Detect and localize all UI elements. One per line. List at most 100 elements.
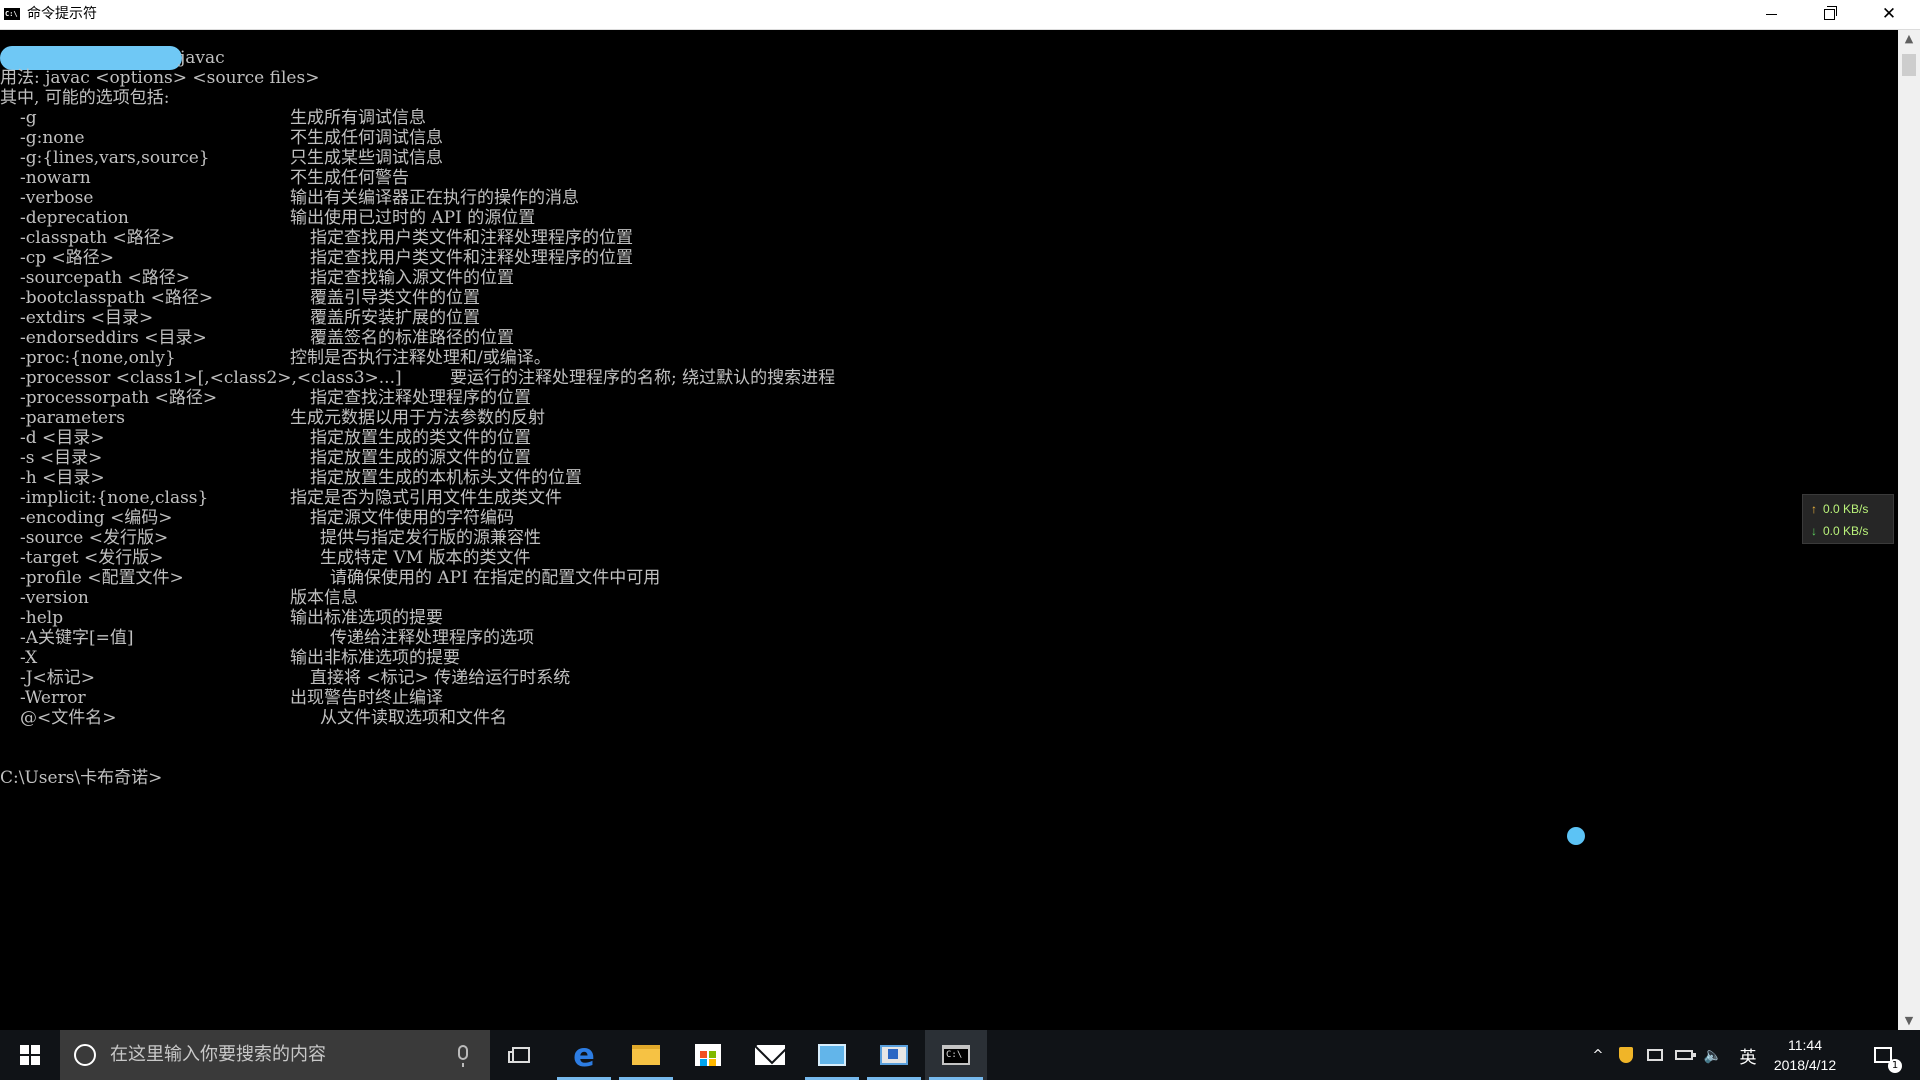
option-flag: -endorseddirs <目录> [20, 328, 207, 348]
monitor-icon [880, 1045, 908, 1065]
task-view-icon [508, 1047, 530, 1063]
option-description: 输出标准选项的提要 [290, 608, 443, 628]
option-description: 指定放置生成的本机标头文件的位置 [310, 468, 582, 488]
option-flag: -d <目录> [20, 428, 105, 448]
option-flag: -encoding <编码> [20, 508, 173, 528]
taskbar-store-button[interactable] [677, 1030, 739, 1080]
speaker-volume-icon[interactable]: 🔈 [1699, 1030, 1727, 1080]
scroll-up-arrow-icon[interactable]: ▲ [1898, 30, 1920, 48]
option-description: 控制是否执行注释处理和/或编译。 [290, 348, 551, 368]
upload-arrow-icon: ↑ [1811, 502, 1817, 516]
console-output[interactable]: javac 用法: javac <options> <source files>… [0, 30, 1898, 1030]
options-header-line: 其中, 可能的选项包括: [0, 88, 170, 108]
option-flag: -extdirs <目录> [20, 308, 154, 328]
taskbar-edge-button[interactable]: e [553, 1030, 615, 1080]
taskbar-command-prompt-button[interactable]: C:\ [925, 1030, 987, 1080]
microphone-icon[interactable] [458, 1045, 468, 1067]
restore-button[interactable] [1800, 0, 1858, 29]
upload-speed: 0.0 KB/s [1823, 502, 1869, 516]
option-description: 指定查找注释处理程序的位置 [310, 388, 531, 408]
search-placeholder: 在这里输入你要搜索的内容 [110, 1044, 326, 1065]
scroll-thumb[interactable] [1902, 54, 1916, 76]
option-flag: -g [20, 108, 37, 128]
option-flag: -g:{lines,vars,source} [20, 148, 210, 168]
option-flag: -deprecation [20, 208, 129, 228]
redacted-path-mask [0, 46, 182, 70]
scroll-down-arrow-icon[interactable]: ▼ [1898, 1012, 1920, 1030]
option-description: 覆盖引导类文件的位置 [310, 288, 480, 308]
option-flag: -g:none [20, 128, 85, 148]
folder-icon [632, 1045, 660, 1065]
usage-line: 用法: javac <options> <source files> [0, 68, 320, 88]
taskbar: 在这里输入你要搜索的内容 e C:\ ^ 🔈 英 11:44 2018/4/12… [0, 1030, 1920, 1080]
download-arrow-icon: ↓ [1811, 524, 1817, 538]
option-description: 生成元数据以用于方法参数的反射 [290, 408, 545, 428]
option-description: 生成特定 VM 版本的类文件 [320, 548, 531, 568]
option-description: 输出非标准选项的提要 [290, 648, 460, 668]
taskbar-remote-desktop-button[interactable] [863, 1030, 925, 1080]
system-clock[interactable]: 11:44 2018/4/12 [1765, 1030, 1845, 1080]
taskbar-search-box[interactable]: 在这里输入你要搜索的内容 [60, 1030, 490, 1080]
close-button[interactable]: ✕ [1858, 0, 1920, 29]
input-method-indicator[interactable]: 英 [1733, 1030, 1763, 1080]
option-description: 传递给注释处理程序的选项 [330, 628, 534, 648]
minimize-button[interactable] [1742, 0, 1800, 29]
vertical-scrollbar[interactable]: ▲ ▼ [1898, 30, 1920, 1030]
option-flag: -processorpath <路径> [20, 388, 218, 408]
close-icon: ✕ [1881, 4, 1897, 24]
command-prompt[interactable]: C:\Users\卡布奇诺> [0, 768, 162, 788]
option-flag: -X [20, 648, 38, 668]
option-flag: -profile <配置文件> [20, 568, 184, 588]
option-description: 生成所有调试信息 [290, 108, 426, 128]
option-flag: -s <目录> [20, 448, 103, 468]
option-flag: -verbose [20, 188, 94, 208]
option-description: 不生成任何警告 [290, 168, 409, 188]
network-tray-button[interactable] [1641, 1030, 1669, 1080]
show-hidden-icons-chevron-icon[interactable]: ^ [1585, 1030, 1611, 1080]
option-description: 出现警告时终止编译 [290, 688, 443, 708]
option-flag: -version [20, 588, 89, 608]
option-flag: -bootclasspath <路径> [20, 288, 214, 308]
option-flag: -Werror [20, 688, 86, 708]
shield-icon [1619, 1047, 1633, 1063]
option-description: 指定查找用户类文件和注释处理程序的位置 [310, 228, 633, 248]
cmd-app-icon: C:\ [4, 8, 20, 20]
console-command-line: javac [180, 48, 225, 68]
option-description: 输出有关编译器正在执行的操作的消息 [290, 188, 579, 208]
command-prompt-icon: C:\ [942, 1045, 970, 1065]
windows-logo-icon [20, 1045, 40, 1065]
upload-speed-row: ↑ 0.0 KB/s [1811, 500, 1868, 518]
option-description: 只生成某些调试信息 [290, 148, 443, 168]
cortana-circle-icon [74, 1044, 96, 1066]
option-description: 指定放置生成的类文件的位置 [310, 428, 531, 448]
option-description: 版本信息 [290, 588, 358, 608]
start-button[interactable] [0, 1030, 60, 1080]
touch-cursor-indicator [1567, 827, 1585, 845]
option-flag: -help [20, 608, 64, 628]
notification-icon: 1 [1874, 1047, 1902, 1073]
battery-icon [1675, 1050, 1696, 1060]
taskbar-file-explorer-button[interactable] [615, 1030, 677, 1080]
option-description: 指定是否为隐式引用文件生成类文件 [290, 488, 562, 508]
security-shield-tray-button[interactable] [1613, 1030, 1639, 1080]
store-bag-icon [695, 1044, 721, 1066]
option-description: 直接将 <标记> 传递给运行时系统 [310, 668, 571, 688]
option-description: 不生成任何调试信息 [290, 128, 443, 148]
taskbar-mail-button[interactable] [739, 1030, 801, 1080]
battery-tray-button[interactable] [1670, 1030, 1698, 1080]
clock-date: 2018/4/12 [1773, 1057, 1837, 1073]
option-flag: -implicit:{none,class} [20, 488, 209, 508]
option-flag: -cp <路径> [20, 248, 115, 268]
option-description: 指定源文件使用的字符编码 [310, 508, 514, 528]
taskbar-contacts-button[interactable] [801, 1030, 863, 1080]
option-description: 覆盖所安装扩展的位置 [310, 308, 480, 328]
edge-browser-icon: e [573, 1036, 595, 1074]
task-view-button[interactable] [490, 1030, 552, 1080]
action-center-button[interactable]: 1 [1860, 1030, 1906, 1080]
option-description: 从文件读取选项和文件名 [320, 708, 507, 728]
notification-count-badge: 1 [1888, 1059, 1902, 1073]
option-description: 覆盖签名的标准路径的位置 [310, 328, 514, 348]
window-title: 命令提示符 [27, 6, 97, 22]
option-flag: -nowarn [20, 168, 91, 188]
option-flag: @<文件名> [20, 708, 117, 728]
